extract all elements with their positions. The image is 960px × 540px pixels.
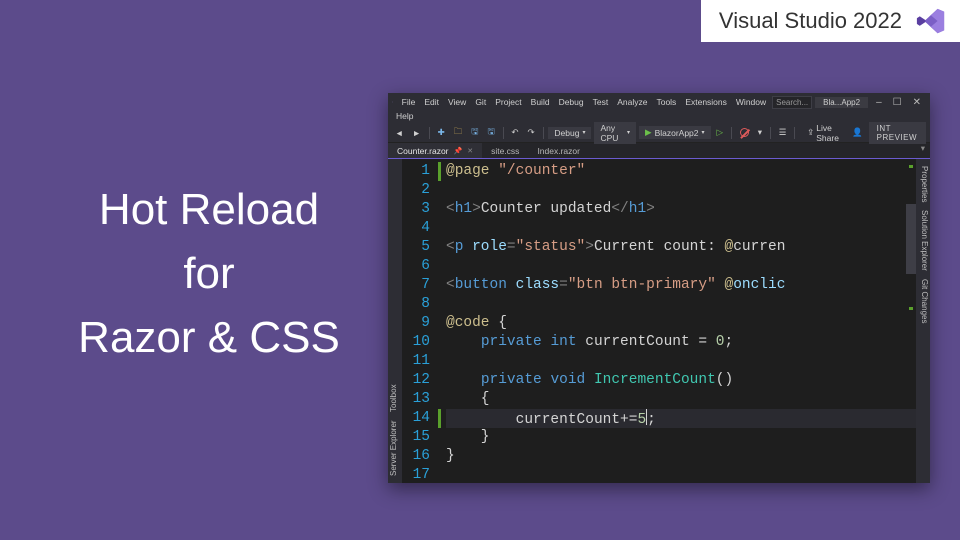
tab-counter-razor[interactable]: Counter.razor📌✕: [388, 143, 482, 158]
run-target-dropdown[interactable]: ▶BlazorApp2▾: [639, 126, 711, 139]
solution-explorer-tab[interactable]: Solution Explorer: [917, 208, 929, 273]
menu-window[interactable]: Window: [732, 97, 770, 107]
window-close[interactable]: ✕: [908, 97, 926, 108]
new-tab-button[interactable]: ▾: [916, 143, 930, 158]
vs2022-badge: Visual Studio 2022: [701, 0, 960, 42]
tab-index-razor[interactable]: Index.razor: [528, 143, 589, 158]
scroll-change-marker: [909, 307, 913, 310]
menu-git[interactable]: Git: [471, 97, 490, 107]
document-tabs: Counter.razor📌✕ site.css Index.razor ▾: [388, 143, 930, 159]
line-number-gutter: 1234567891011121314151617: [402, 159, 438, 483]
code-area[interactable]: @page "/counter"<h1>Counter updated</h1>…: [444, 159, 916, 483]
badge-label: Visual Studio 2022: [719, 8, 902, 34]
toolbox-tab[interactable]: Toolbox: [389, 383, 401, 415]
code-editor[interactable]: 1234567891011121314151617 @page "/counte…: [402, 159, 916, 483]
main-toolbar: ◄ ► ✚ 🗀 🖫 🖫 ↶ ↷ Debug▾ Any CPU▾ ▶BlazorA…: [388, 123, 930, 143]
tab-site-css[interactable]: site.css: [482, 143, 528, 158]
live-share-button[interactable]: ⇪ Live Share: [804, 123, 846, 143]
window-maximize[interactable]: ☐: [888, 97, 907, 108]
left-tool-tabs: Server Explorer Toolbox: [388, 159, 402, 483]
start-no-debug-icon[interactable]: ▷: [714, 127, 727, 138]
search-box[interactable]: Search...: [772, 96, 812, 109]
headline-line-2: for: [32, 242, 386, 306]
window-minimize[interactable]: –: [871, 97, 887, 108]
account-icon[interactable]: 👤: [849, 127, 866, 138]
ide-window: File Edit View Git Project Build Debug T…: [388, 93, 930, 483]
server-explorer-tab[interactable]: Server Explorer: [389, 418, 401, 478]
menu-analyze[interactable]: Analyze: [613, 97, 651, 107]
menu-extensions[interactable]: Extensions: [681, 97, 731, 107]
headline-line-1: Hot Reload: [32, 178, 386, 242]
right-tool-tabs: Properties Solution Explorer Git Changes: [916, 159, 930, 483]
hot-reload-icon[interactable]: [737, 128, 752, 137]
menu-test[interactable]: Test: [589, 97, 613, 107]
nav-fwd-icon[interactable]: ►: [409, 128, 423, 138]
properties-tab[interactable]: Properties: [917, 164, 929, 204]
menu-file[interactable]: File: [398, 97, 420, 107]
vertical-scrollbar[interactable]: [906, 204, 916, 274]
config-dropdown[interactable]: Debug▾: [548, 127, 591, 139]
headline-line-3: Razor & CSS: [32, 306, 386, 370]
menu-edit[interactable]: Edit: [420, 97, 443, 107]
menu-help[interactable]: Help: [392, 111, 417, 121]
chevron-down-icon[interactable]: ▾: [755, 127, 765, 138]
menu-bar-overflow: Help: [388, 111, 930, 123]
slide-headline: Hot Reload for Razor & CSS: [32, 178, 386, 369]
undo-icon[interactable]: ↶: [508, 127, 521, 138]
solution-crumb[interactable]: Bla...App2: [815, 97, 868, 108]
save-all-icon[interactable]: 🖫: [484, 126, 497, 140]
nav-back-icon[interactable]: ◄: [392, 128, 406, 138]
redo-icon[interactable]: ↷: [525, 127, 538, 138]
pin-icon[interactable]: 📌: [454, 147, 463, 155]
close-tab-icon[interactable]: ✕: [467, 147, 473, 155]
vs-logo-icon: [916, 6, 946, 36]
browse-icon[interactable]: ☰: [776, 127, 790, 138]
new-item-icon[interactable]: ✚: [435, 127, 448, 138]
git-changes-tab[interactable]: Git Changes: [917, 277, 929, 325]
menu-project[interactable]: Project: [491, 97, 525, 107]
preview-badge: INT PREVIEW: [869, 122, 926, 144]
menu-bar: File Edit View Git Project Build Debug T…: [388, 93, 930, 111]
scroll-change-marker: [909, 165, 913, 168]
menu-debug[interactable]: Debug: [555, 97, 588, 107]
menu-view[interactable]: View: [444, 97, 470, 107]
save-icon[interactable]: 🖫: [468, 126, 481, 140]
menu-tools[interactable]: Tools: [652, 97, 680, 107]
vs-logo-icon: [392, 96, 393, 108]
open-icon[interactable]: 🗀: [451, 126, 466, 140]
menu-build[interactable]: Build: [527, 97, 554, 107]
platform-dropdown[interactable]: Any CPU▾: [594, 122, 636, 144]
